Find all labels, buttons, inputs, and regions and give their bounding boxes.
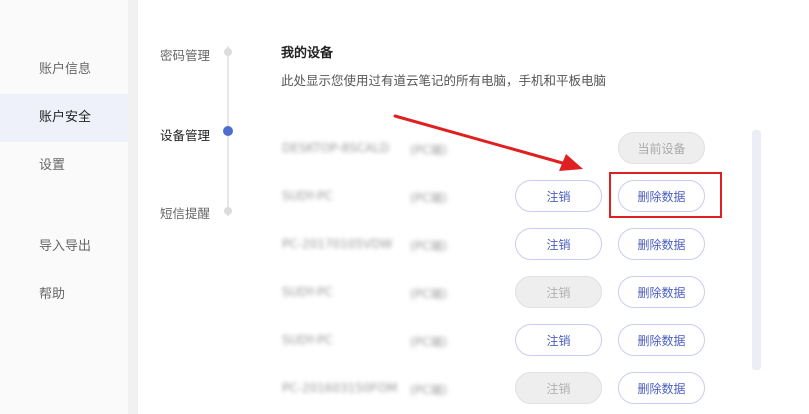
device-type: (PC端) — [410, 191, 447, 205]
device-type: (PC端) — [410, 335, 447, 349]
device-name: PC-20170105VDW — [282, 237, 393, 251]
annotation-arrow-head — [559, 154, 583, 171]
delete-data-button[interactable]: 删除数据 — [618, 228, 705, 260]
device-name: PC-201603150FOM — [282, 381, 398, 395]
device-name: SUDY-PC — [282, 285, 333, 299]
step-device-management[interactable]: 设备管理 — [160, 125, 210, 144]
device-type: (PC端) — [410, 143, 447, 157]
logout-button[interactable]: 注销 — [515, 324, 602, 356]
sidebar-item-account-info[interactable]: 账户信息 — [0, 46, 128, 94]
device-type: (PC端) — [410, 287, 447, 301]
device-type: (PC端) — [410, 239, 447, 253]
scrollbar[interactable] — [752, 130, 761, 370]
logout-button: 注销 — [515, 276, 602, 308]
device-name: SUDY-PC — [282, 333, 333, 347]
delete-data-button[interactable]: 删除数据 — [618, 372, 705, 404]
sidebar: 账户信息 账户安全 设置 导入导出 帮助 — [0, 0, 128, 414]
logout-button[interactable]: 注销 — [515, 228, 602, 260]
page-subtitle: 此处显示您使用过有道云笔记的所有电脑，手机和平板电脑 — [281, 73, 607, 88]
step-dot-device — [223, 126, 233, 136]
current-device-button: 当前设备 — [618, 132, 705, 164]
delete-data-button[interactable]: 删除数据 — [618, 180, 705, 212]
sidebar-item-settings[interactable]: 设置 — [0, 142, 128, 190]
sidebar-item-account-security[interactable]: 账户安全 — [0, 94, 128, 142]
panel-divider — [128, 0, 138, 414]
device-name: SUDY-PC — [282, 189, 333, 203]
delete-data-button[interactable]: 删除数据 — [618, 324, 705, 356]
step-dot-password — [224, 48, 232, 56]
step-dot-sms — [224, 207, 232, 215]
logout-button[interactable]: 注销 — [515, 180, 602, 212]
device-name: DESKTOP-8SCALD — [282, 141, 390, 155]
delete-data-button[interactable]: 删除数据 — [618, 276, 705, 308]
logout-button: 注销 — [515, 372, 602, 404]
device-type: (PC端) — [410, 383, 447, 397]
sidebar-item-help[interactable]: 帮助 — [0, 271, 128, 319]
step-password-management[interactable]: 密码管理 — [160, 45, 210, 64]
step-sms-reminder[interactable]: 短信提醒 — [160, 203, 210, 222]
sidebar-item-import-export[interactable]: 导入导出 — [0, 223, 128, 271]
page-title: 我的设备 — [281, 46, 334, 61]
